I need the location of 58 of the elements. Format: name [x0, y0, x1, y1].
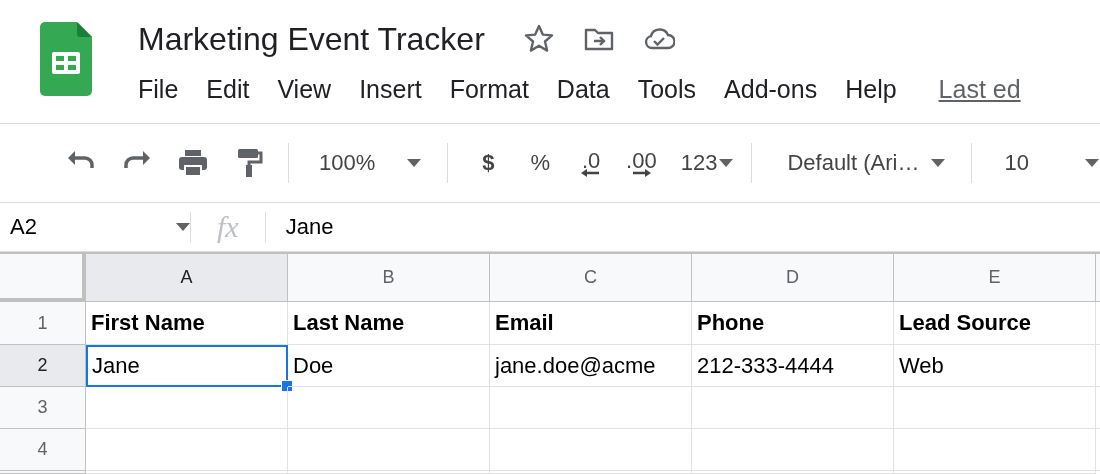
column-header[interactable]: A	[86, 252, 288, 302]
table-cell[interactable]	[894, 429, 1096, 471]
table-cell[interactable]	[490, 387, 692, 429]
last-edit-link[interactable]: Last ed	[938, 74, 1021, 104]
decrease-decimal-button[interactable]: .0	[580, 148, 603, 178]
increase-decimal-button[interactable]: .00	[626, 148, 657, 178]
column-header[interactable]: B	[288, 252, 490, 302]
number-format-dropdown[interactable]: 123	[680, 150, 734, 176]
caret-icon[interactable]	[407, 159, 422, 167]
zoom-dropdown[interactable]: 100%	[319, 150, 422, 176]
fx-label: fx	[217, 210, 239, 244]
table-cell[interactable]	[288, 429, 490, 471]
table-cell[interactable]	[692, 429, 894, 471]
menu-item[interactable]: File	[138, 74, 179, 104]
caret-icon[interactable]	[931, 159, 946, 167]
table-cell[interactable]: Web	[894, 345, 1096, 387]
currency-button[interactable]: $	[482, 150, 495, 176]
menu-item[interactable]: Tools	[637, 74, 697, 104]
table-cell[interactable]: Doe	[288, 345, 490, 387]
table-cell[interactable]	[894, 387, 1096, 429]
caret-icon[interactable]	[719, 159, 734, 167]
row-header[interactable]: 3	[0, 387, 86, 429]
menu-item[interactable]: Data	[556, 74, 610, 104]
table-cell[interactable]: 212-333-4444	[692, 345, 894, 387]
sheets-logo-icon[interactable]	[40, 22, 92, 96]
caret-icon[interactable]	[176, 223, 190, 231]
row-header[interactable]: 4	[0, 429, 86, 471]
star-icon[interactable]	[522, 23, 555, 55]
table-cell[interactable]	[692, 387, 894, 429]
table-cell[interactable]	[490, 429, 692, 471]
table-cell[interactable]	[86, 429, 288, 471]
caret-icon[interactable]	[1084, 159, 1099, 167]
table-cell[interactable]: Email	[490, 302, 692, 345]
table-cell[interactable]: jane.doe@acme	[490, 345, 692, 387]
row-header[interactable]: 2	[0, 345, 86, 387]
menu-item[interactable]: Help	[845, 74, 897, 104]
menu-item[interactable]: Add-ons	[724, 74, 818, 104]
column-header[interactable]: E	[894, 252, 1096, 302]
font-dropdown[interactable]: Default (Ari…	[787, 150, 946, 176]
font-size-dropdown[interactable]: 10	[1004, 150, 1099, 176]
column-header[interactable]: C	[490, 252, 692, 302]
table-cell[interactable]: Phone	[692, 302, 894, 345]
row-header[interactable]: 1	[0, 302, 86, 345]
table-cell[interactable]: Last Name	[288, 302, 490, 345]
percent-button[interactable]: %	[530, 150, 551, 176]
table-cell[interactable]	[288, 387, 490, 429]
menu-item[interactable]: Format	[449, 74, 529, 104]
document-title[interactable]: Marketing Event Tracker	[138, 20, 485, 58]
arrow-icon	[630, 168, 653, 178]
formula-input[interactable]: Jane	[285, 214, 334, 240]
column-header[interactable]: D	[692, 252, 894, 302]
menu-item[interactable]: View	[277, 74, 332, 104]
name-box[interactable]: A2	[0, 214, 190, 240]
table-cell[interactable]	[86, 387, 288, 429]
table-cell[interactable]: Lead Source	[894, 302, 1096, 345]
table-cell[interactable]: First Name	[86, 302, 288, 345]
menu-item[interactable]: Edit	[206, 74, 250, 104]
menu-item[interactable]: Insert	[359, 74, 422, 104]
